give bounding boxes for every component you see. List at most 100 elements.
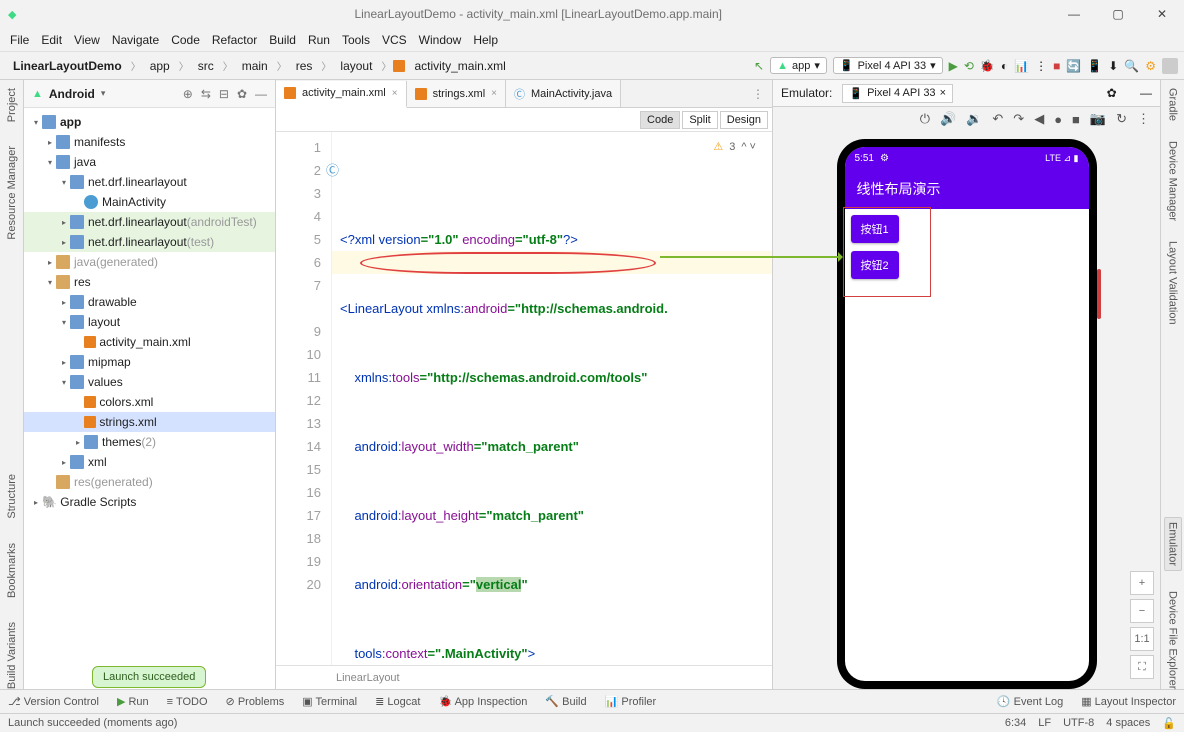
menubar: File Edit View Navigate Code Refactor Bu… xyxy=(0,28,1184,52)
device-select[interactable]: 📱 Pixel 4 API 33 ▾ xyxy=(833,57,943,74)
screenshot-icon[interactable]: 📷 xyxy=(1090,111,1106,127)
bb-logcat[interactable]: ≣ Logcat xyxy=(375,695,420,708)
lock-icon[interactable]: 🔓 xyxy=(1162,717,1176,730)
menu-edit[interactable]: Edit xyxy=(37,31,66,49)
attach-button[interactable]: ⋮ xyxy=(1035,59,1047,73)
tab-mainactivity[interactable]: ⒸMainActivity.java xyxy=(506,80,621,107)
rail-resource-mgr[interactable]: Resource Manager xyxy=(6,146,18,240)
mode-design[interactable]: Design xyxy=(720,111,768,129)
expand-icon[interactable]: ⇆ xyxy=(201,87,211,101)
bb-vc[interactable]: ⎇ Version Control xyxy=(8,695,99,708)
zoom-fit[interactable]: ⛶ xyxy=(1130,655,1154,679)
menu-file[interactable]: File xyxy=(6,31,33,49)
more-icon[interactable]: ⋮ xyxy=(1137,111,1150,127)
zoom-in[interactable]: + xyxy=(1130,571,1154,595)
emu-hide-icon[interactable]: — xyxy=(1140,86,1152,100)
line-sep[interactable]: LF xyxy=(1038,717,1051,730)
encoding[interactable]: UTF-8 xyxy=(1063,717,1094,730)
coverage-button[interactable]: ◐ xyxy=(1001,59,1008,73)
mode-code[interactable]: Code xyxy=(640,111,680,129)
bb-terminal[interactable]: ▣ Terminal xyxy=(302,695,357,708)
bb-todo[interactable]: ≡ TODO xyxy=(167,696,208,708)
menu-help[interactable]: Help xyxy=(469,31,502,49)
tab-strings[interactable]: strings.xml× xyxy=(407,80,506,107)
rail-device-mgr[interactable]: Device Manager xyxy=(1167,141,1179,221)
bc-app[interactable]: app xyxy=(143,56,177,76)
zoom-11[interactable]: 1:1 xyxy=(1130,627,1154,651)
rotate-l-icon[interactable]: ↶ xyxy=(992,111,1003,127)
bc-src[interactable]: src xyxy=(191,56,221,76)
rail-structure[interactable]: Structure xyxy=(6,474,18,519)
sdk-button[interactable]: ⬇ xyxy=(1108,59,1118,73)
rail-emulator[interactable]: Emulator xyxy=(1164,517,1182,571)
emu-gear-icon[interactable]: ✿ xyxy=(1107,86,1117,100)
bc-res[interactable]: res xyxy=(289,56,320,76)
minimize-button[interactable]: — xyxy=(1060,7,1088,21)
vol-down-icon[interactable]: 🔉 xyxy=(966,111,982,127)
bc-file[interactable]: activity_main.xml xyxy=(407,56,512,76)
collapse-icon[interactable]: ⊟ xyxy=(219,87,229,101)
hide-icon[interactable]: — xyxy=(255,87,267,101)
bc-project[interactable]: LinearLayoutDemo xyxy=(6,56,129,76)
app-icon: ◆ xyxy=(8,8,16,21)
rotate-r-icon[interactable]: ↷ xyxy=(1013,111,1024,127)
run-config-select[interactable]: ▲app ▾ xyxy=(770,57,827,74)
settings-icon[interactable]: ⚙ xyxy=(1145,59,1156,73)
rail-gradle[interactable]: Gradle xyxy=(1167,88,1179,121)
stop-button[interactable]: ■ xyxy=(1053,59,1060,73)
hammer-icon[interactable]: ↖ xyxy=(754,59,764,73)
bb-eventlog[interactable]: 🕓 Event Log xyxy=(997,695,1063,708)
avatar[interactable] xyxy=(1162,58,1178,74)
gear-icon[interactable]: ✿ xyxy=(237,87,247,101)
code-area[interactable]: 12 Ⓒ345 6💡7 910 1112131415 1617181920 ⚠3… xyxy=(276,132,772,665)
bc-main[interactable]: main xyxy=(235,56,275,76)
debug-button[interactable]: 🐞 xyxy=(980,59,995,73)
tab-activity-main[interactable]: activity_main.xml× xyxy=(276,81,407,108)
emu-rec-icon[interactable]: ↻ xyxy=(1116,111,1127,127)
bb-run[interactable]: ▶ Run xyxy=(117,695,149,708)
vol-up-icon[interactable]: 🔊 xyxy=(940,111,956,127)
apply-button[interactable]: ⟲ xyxy=(964,59,974,73)
profile-button[interactable]: 📊 xyxy=(1014,59,1029,73)
sync-button[interactable]: 🔄 xyxy=(1066,59,1081,73)
close-button[interactable]: ✕ xyxy=(1148,7,1176,21)
project-tree[interactable]: ▾app ▸manifests ▾java ▾net.drf.linearlay… xyxy=(24,108,275,689)
mode-split[interactable]: Split xyxy=(682,111,717,129)
bb-build[interactable]: 🔨 Build xyxy=(545,695,586,708)
editor-breadcrumb[interactable]: LinearLayout xyxy=(276,665,772,689)
target-icon[interactable]: ⊕ xyxy=(183,87,193,101)
rail-dfe[interactable]: Device File Explorer xyxy=(1167,591,1179,689)
indent[interactable]: 4 spaces xyxy=(1106,717,1150,730)
menu-view[interactable]: View xyxy=(70,31,104,49)
rail-bookmarks[interactable]: Bookmarks xyxy=(6,543,18,598)
avd-button[interactable]: 📱 xyxy=(1087,59,1102,73)
overview-icon[interactable]: ■ xyxy=(1072,112,1080,127)
menu-navigate[interactable]: Navigate xyxy=(108,31,163,49)
run-button[interactable]: ▶ xyxy=(949,59,958,73)
bb-inspection[interactable]: 🐞 App Inspection xyxy=(438,695,527,708)
bc-layout[interactable]: layout xyxy=(333,56,379,76)
power-icon[interactable]: ⏻ xyxy=(920,111,930,127)
tabs-more-icon[interactable]: ⋮ xyxy=(744,87,772,101)
emulator-tab[interactable]: 📱 Pixel 4 API 33 × xyxy=(842,84,953,103)
menu-vcs[interactable]: VCS xyxy=(378,31,411,49)
menu-tools[interactable]: Tools xyxy=(338,31,374,49)
rail-build-variants[interactable]: Build Variants xyxy=(6,622,18,689)
rail-layout-val[interactable]: Layout Validation xyxy=(1167,241,1179,325)
bb-profiler[interactable]: 📊 Profiler xyxy=(605,695,657,708)
zoom-out[interactable]: − xyxy=(1130,599,1154,623)
menu-run[interactable]: Run xyxy=(304,31,334,49)
project-view-select[interactable]: Android xyxy=(49,87,95,101)
menu-refactor[interactable]: Refactor xyxy=(208,31,261,49)
bb-layout-insp[interactable]: ▦ Layout Inspector xyxy=(1081,695,1176,708)
home-icon[interactable]: ● xyxy=(1054,112,1062,127)
rail-project[interactable]: Project xyxy=(6,88,18,122)
bb-problems[interactable]: ⊘ Problems xyxy=(226,695,285,708)
maximize-button[interactable]: ▢ xyxy=(1104,7,1132,21)
menu-build[interactable]: Build xyxy=(265,31,300,49)
menu-code[interactable]: Code xyxy=(167,31,204,49)
search-icon[interactable]: 🔍 xyxy=(1124,59,1139,73)
status-msg: Launch succeeded (moments ago) xyxy=(8,717,177,729)
menu-window[interactable]: Window xyxy=(415,31,466,49)
back-icon[interactable]: ◀ xyxy=(1034,111,1044,127)
